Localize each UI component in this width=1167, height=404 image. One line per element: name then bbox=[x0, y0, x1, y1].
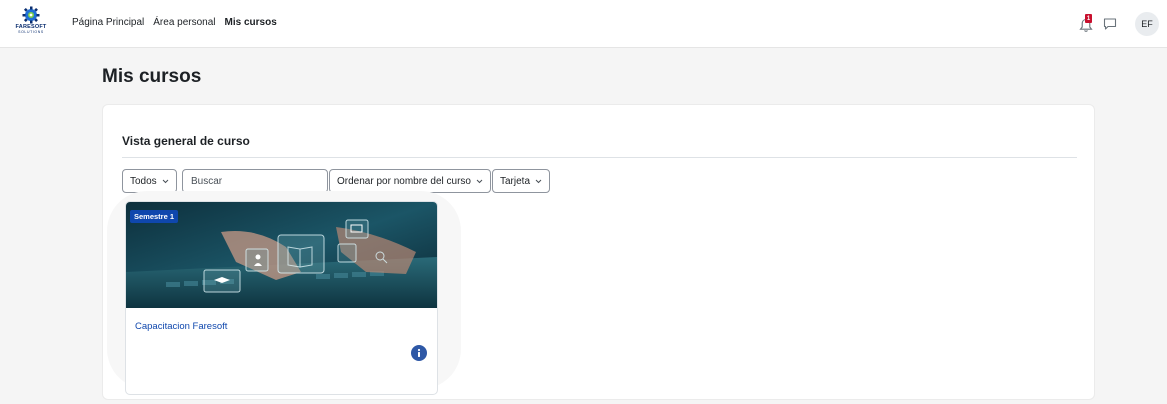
sort-dropdown[interactable]: Ordenar por nombre del curso bbox=[329, 169, 491, 193]
course-card[interactable]: Semestre 1 Capacitacion Faresoft bbox=[125, 201, 438, 395]
chevron-down-icon bbox=[162, 179, 169, 183]
primary-navigation: Página Principal Área personal Mis curso… bbox=[72, 17, 277, 28]
nav-link-dashboard[interactable]: Área personal bbox=[153, 17, 215, 28]
chevron-down-icon bbox=[476, 179, 483, 183]
course-category-badge: Semestre 1 bbox=[130, 210, 179, 223]
course-image[interactable]: Semestre 1 bbox=[126, 202, 437, 308]
course-overview-title: Vista general de curso bbox=[122, 134, 250, 148]
notification-count-badge: 1 bbox=[1085, 14, 1092, 23]
chevron-down-icon bbox=[535, 179, 542, 183]
view-mode-dropdown-label: Tarjeta bbox=[500, 175, 531, 187]
info-icon bbox=[417, 348, 421, 357]
nav-link-my-courses[interactable]: Mis cursos bbox=[225, 17, 277, 28]
site-logo[interactable]: FARESOFT SOLUTIONS bbox=[14, 6, 48, 42]
section-divider bbox=[122, 157, 1077, 158]
page-title: Mis cursos bbox=[102, 66, 202, 87]
sort-dropdown-label: Ordenar por nombre del curso bbox=[337, 175, 471, 187]
top-navbar: FARESOFT SOLUTIONS Página Principal Área… bbox=[0, 0, 1167, 48]
logo-tagline: SOLUTIONS bbox=[18, 29, 44, 34]
course-info-button[interactable] bbox=[411, 345, 427, 361]
user-menu-area: 1 EF bbox=[1079, 9, 1159, 39]
course-overview-block: Vista general de curso Todos Ordenar por… bbox=[102, 104, 1095, 400]
notifications-button[interactable]: 1 bbox=[1079, 14, 1095, 33]
messages-icon[interactable] bbox=[1103, 17, 1117, 31]
gear-logo-icon bbox=[22, 6, 40, 24]
nav-link-home[interactable]: Página Principal bbox=[72, 17, 144, 28]
view-mode-dropdown[interactable]: Tarjeta bbox=[492, 169, 551, 193]
grouping-dropdown-label: Todos bbox=[130, 175, 157, 187]
course-search-input[interactable] bbox=[182, 169, 328, 193]
grouping-dropdown[interactable]: Todos bbox=[122, 169, 177, 193]
user-avatar[interactable]: EF bbox=[1135, 12, 1159, 36]
course-title-link[interactable]: Capacitacion Faresoft bbox=[135, 321, 227, 332]
